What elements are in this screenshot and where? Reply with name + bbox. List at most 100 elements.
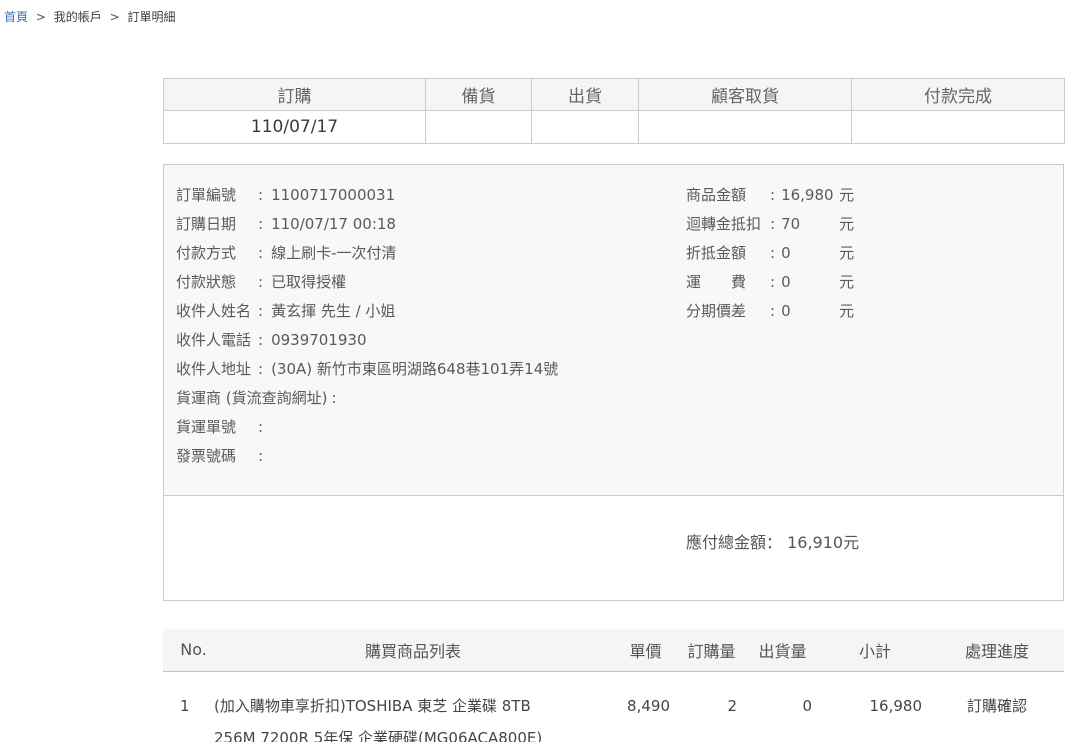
carrier-label: 貨運商 (貨流查詢網址) — [176, 384, 327, 413]
product-row: 1 (加入購物車享折扣)TOSHIBA 東芝 企業碟 8TB 256M 7200… — [163, 671, 1064, 742]
payment-method-row: 付款方式: 線上刷卡-一次付清 — [176, 239, 1063, 268]
colon: : — [258, 302, 263, 320]
colon: : — [770, 273, 775, 291]
status-pickup-date — [639, 111, 852, 144]
product-row-number: 1 — [163, 671, 213, 742]
status-col-ordered: 訂購 — [164, 79, 426, 111]
order-amounts-column: 商品金額:16,980元 迴轉金抵扣:70元 折抵金額:0元 運 費:0元 分期… — [686, 181, 854, 326]
status-paid-date — [852, 111, 1065, 144]
payment-method-value: 線上刷卡-一次付清 — [271, 244, 396, 262]
product-col-status: 處理進度 — [930, 629, 1064, 671]
product-col-ship-qty: 出貨量 — [745, 629, 820, 671]
order-date-row: 訂購日期:110/07/17 00:18 — [176, 210, 1063, 239]
shipping-fee-row: 運 費:0元 — [686, 268, 854, 297]
goods-amount-unit: 元 — [839, 186, 854, 204]
status-value-row: 110/07/17 — [164, 111, 1065, 144]
rebate-deduction-row: 迴轉金抵扣:70元 — [686, 210, 854, 239]
tracking-number-row: 貨運單號: — [176, 413, 1063, 442]
goods-amount-row: 商品金額:16,980元 — [686, 181, 854, 210]
status-col-preparing: 備貨 — [426, 79, 532, 111]
colon: : — [331, 389, 336, 407]
breadcrumb: 首頁 > 我的帳戶 > 訂單明細 — [0, 0, 1075, 21]
order-info-left-column: 訂單編號:1100717000031 訂購日期:110/07/17 00:18 … — [176, 181, 1063, 471]
colon: : — [770, 215, 775, 233]
installment-diff-label: 分期價差 — [686, 297, 770, 326]
recipient-phone-value: 0939701930 — [271, 331, 366, 349]
rebate-deduction-value: 70 — [781, 210, 839, 239]
breadcrumb-item-order-detail: 訂單明細 — [127, 10, 175, 24]
status-preparing-date — [426, 111, 532, 144]
product-col-no: No. — [163, 629, 213, 671]
status-shipped-date — [532, 111, 639, 144]
breadcrumb-link-home[interactable]: 首頁 — [4, 10, 28, 24]
order-date-label: 訂購日期 — [176, 210, 254, 239]
discount-amount-unit: 元 — [839, 244, 854, 262]
recipient-name-row: 收件人姓名: 黃玄揮 先生 / 小姐 — [176, 297, 1063, 326]
order-info-section: 訂單編號:1100717000031 訂購日期:110/07/17 00:18 … — [164, 165, 1063, 496]
order-number-value: 1100717000031 — [271, 186, 395, 204]
rebate-deduction-label: 迴轉金抵扣 — [686, 210, 770, 239]
colon: : — [770, 302, 775, 320]
shipping-fee-label: 運 費 — [686, 268, 770, 297]
shipping-fee-unit: 元 — [839, 273, 854, 291]
order-number-label: 訂單編號 — [176, 181, 254, 210]
rebate-deduction-unit: 元 — [839, 215, 854, 233]
status-col-pickup: 顧客取貨 — [639, 79, 852, 111]
installment-diff-value: 0 — [781, 297, 839, 326]
recipient-address-value: (30A) 新竹市東區明湖路648巷101弄14號 — [271, 360, 558, 378]
product-col-subtotal: 小計 — [820, 629, 930, 671]
invoice-number-row: 發票號碼: — [176, 442, 1063, 471]
recipient-address-label: 收件人地址 — [176, 355, 254, 384]
recipient-phone-row: 收件人電話:0939701930 — [176, 326, 1063, 355]
installment-diff-row: 分期價差:0元 — [686, 297, 854, 326]
recipient-address-row: 收件人地址: (30A) 新竹市東區明湖路648巷101弄14號 — [176, 355, 1063, 384]
product-name: (加入購物車享折扣)TOSHIBA 東芝 企業碟 8TB 256M 7200R … — [213, 671, 613, 742]
product-unit-price: 8,490 — [613, 671, 678, 742]
tracking-number-label: 貨運單號 — [176, 413, 254, 442]
payment-method-label: 付款方式 — [176, 239, 254, 268]
status-ordered-date: 110/07/17 — [164, 111, 426, 144]
discount-amount-label: 折抵金額 — [686, 239, 770, 268]
total-due-section: 應付總金額： 16,910元 — [164, 496, 1063, 600]
order-info-box: 訂單編號:1100717000031 訂購日期:110/07/17 00:18 … — [163, 164, 1064, 601]
colon: : — [258, 244, 263, 262]
status-col-shipped: 出貨 — [532, 79, 639, 111]
order-date-value: 110/07/17 00:18 — [271, 215, 396, 233]
colon: : — [258, 418, 263, 436]
colon: : — [258, 331, 263, 349]
breadcrumb-separator: > — [36, 10, 46, 24]
invoice-number-label: 發票號碼 — [176, 442, 254, 471]
colon: : — [770, 244, 775, 262]
order-number-row: 訂單編號:1100717000031 — [176, 181, 1063, 210]
colon: : — [258, 186, 263, 204]
product-col-order-qty: 訂購量 — [678, 629, 745, 671]
goods-amount-label: 商品金額 — [686, 181, 770, 210]
product-ship-qty: 0 — [745, 671, 820, 742]
total-due-label: 應付總金額： — [686, 533, 782, 552]
colon: : — [258, 447, 263, 465]
colon: : — [258, 360, 263, 378]
product-process-status: 訂購確認 — [930, 671, 1064, 742]
payment-status-value: 已取得授權 — [271, 273, 346, 291]
installment-diff-unit: 元 — [839, 302, 854, 320]
status-col-paid: 付款完成 — [852, 79, 1065, 111]
breadcrumb-separator: > — [110, 10, 120, 24]
shipping-fee-value: 0 — [781, 268, 839, 297]
discount-amount-row: 折抵金額:0元 — [686, 239, 854, 268]
product-list-table: No. 購買商品列表 單價 訂購量 出貨量 小計 處理進度 1 (加入購物車享折… — [163, 629, 1064, 742]
payment-status-row: 付款狀態: 已取得授權 — [176, 268, 1063, 297]
carrier-row: 貨運商 (貨流查詢網址): — [176, 384, 1063, 413]
total-due-value: 16,910元 — [787, 533, 859, 552]
recipient-name-label: 收件人姓名 — [176, 297, 254, 326]
recipient-name-value: 黃玄揮 先生 / 小姐 — [271, 302, 395, 320]
product-col-name: 購買商品列表 — [213, 629, 613, 671]
product-order-qty: 2 — [678, 671, 745, 742]
product-col-unit-price: 單價 — [613, 629, 678, 671]
colon: : — [258, 215, 263, 233]
order-status-table: 訂購 備貨 出貨 顧客取貨 付款完成 110/07/17 — [163, 78, 1065, 144]
colon: : — [258, 273, 263, 291]
recipient-phone-label: 收件人電話 — [176, 326, 254, 355]
product-subtotal: 16,980 — [820, 671, 930, 742]
colon: : — [770, 186, 775, 204]
payment-status-label: 付款狀態 — [176, 268, 254, 297]
